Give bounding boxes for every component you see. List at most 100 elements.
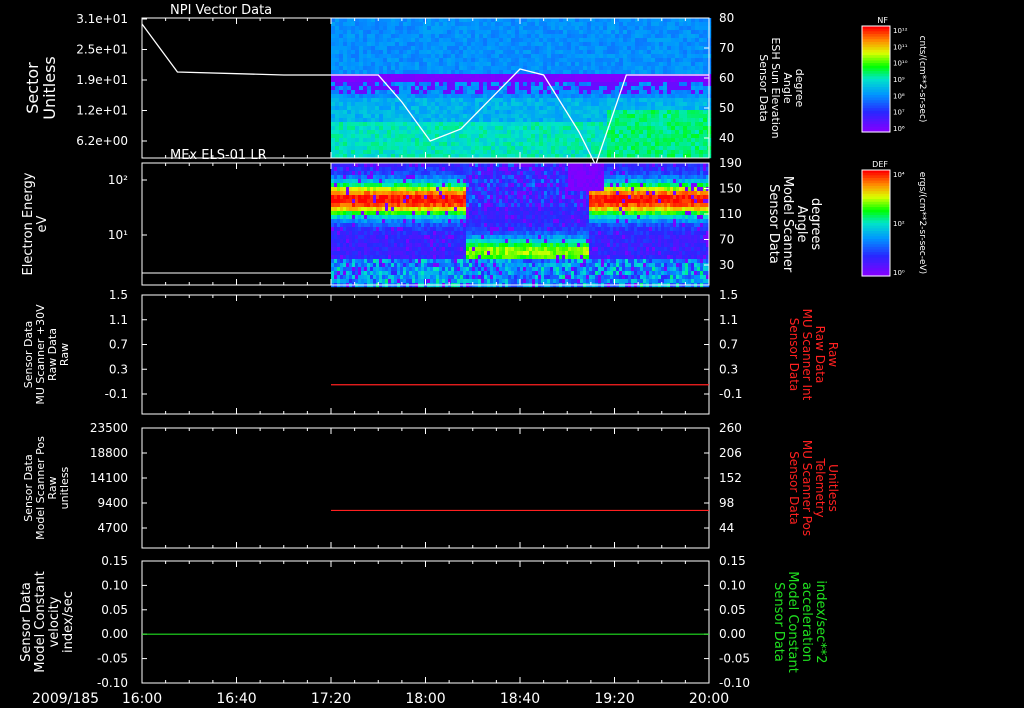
heatmap-cell xyxy=(503,114,508,119)
heatmap-cell xyxy=(457,179,461,184)
heatmap-cell xyxy=(481,199,485,204)
heatmap-cell xyxy=(334,211,338,216)
heatmap-cell xyxy=(635,138,640,143)
heatmap-cell xyxy=(481,279,485,284)
heatmap-cell xyxy=(543,26,548,31)
heatmap-cell xyxy=(439,142,444,147)
heatmap-cell xyxy=(499,58,504,63)
heatmap-cell xyxy=(439,207,443,212)
heatmap-cell xyxy=(436,183,440,188)
heatmap-cell xyxy=(547,54,552,59)
heatmap-cell xyxy=(387,138,392,143)
heatmap-cell xyxy=(445,243,449,248)
heatmap-cell xyxy=(563,118,568,123)
heatmap-cell xyxy=(412,259,416,264)
heatmap-cell xyxy=(383,126,388,131)
heatmap-cell xyxy=(567,66,572,71)
heatmap-cell xyxy=(331,130,336,135)
heatmap-cell xyxy=(387,102,392,107)
heatmap-cell xyxy=(406,199,410,204)
heatmap-cell xyxy=(559,54,564,59)
heatmap-cell xyxy=(376,247,380,252)
right-tick-label: 60 xyxy=(719,71,734,85)
heatmap-cell xyxy=(367,114,372,119)
heatmap-cell xyxy=(371,138,376,143)
heatmap-cell xyxy=(475,42,480,47)
heatmap-cell xyxy=(455,58,460,63)
heatmap-cell xyxy=(352,223,356,228)
heatmap-cell xyxy=(599,106,604,111)
heatmap-cell xyxy=(375,94,380,99)
heatmap-cell xyxy=(359,130,364,135)
heatmap-cell xyxy=(331,122,336,127)
heatmap-cell xyxy=(337,183,341,188)
heatmap-cell xyxy=(463,179,467,184)
heatmap-cell xyxy=(409,223,413,228)
heatmap-cell xyxy=(659,18,664,23)
heatmap-cell xyxy=(663,46,668,51)
heatmap-cell xyxy=(436,267,440,272)
heatmap-cell xyxy=(519,26,524,31)
heatmap-cell xyxy=(691,118,696,123)
heatmap-cell xyxy=(334,235,338,240)
heatmap-cell xyxy=(361,175,365,180)
heatmap-cell xyxy=(539,54,544,59)
heatmap-cell xyxy=(371,86,376,91)
heatmap-cell xyxy=(491,66,496,71)
heatmap-cell xyxy=(471,26,476,31)
heatmap-cell xyxy=(367,130,372,135)
heatmap-cell xyxy=(571,114,576,119)
heatmap-cell xyxy=(579,54,584,59)
heatmap-cell xyxy=(671,22,676,27)
heatmap-cell xyxy=(607,110,612,115)
heatmap-cell xyxy=(415,255,419,260)
heatmap-cell xyxy=(627,90,632,95)
heatmap-cell xyxy=(351,54,356,59)
heatmap-cell xyxy=(551,118,556,123)
heatmap-cell xyxy=(448,227,452,232)
heatmap-cell xyxy=(647,18,652,23)
heatmap-cell xyxy=(663,78,668,83)
heatmap-cell xyxy=(375,50,380,55)
heatmap-cell xyxy=(531,142,536,147)
heatmap-cell xyxy=(695,66,700,71)
heatmap-cell xyxy=(691,70,696,75)
heatmap-cell xyxy=(543,146,548,151)
heatmap-cell xyxy=(567,22,572,27)
heatmap-cell xyxy=(430,223,434,228)
heatmap-cell xyxy=(445,255,449,260)
heatmap-cell xyxy=(527,54,532,59)
heatmap-cell xyxy=(469,175,473,180)
heatmap-cell xyxy=(595,86,600,91)
heatmap-cell xyxy=(419,118,424,123)
heatmap-cell xyxy=(687,86,692,91)
heatmap-cell xyxy=(379,34,384,39)
heatmap-cell xyxy=(427,203,431,208)
heatmap-cell xyxy=(415,74,420,79)
heatmap-cell xyxy=(454,199,458,204)
heatmap-cell xyxy=(563,50,568,55)
heatmap-cell xyxy=(399,78,404,83)
heatmap-cell xyxy=(481,187,485,192)
heatmap-cell xyxy=(627,102,632,107)
heatmap-cell xyxy=(466,191,470,196)
heatmap-cell xyxy=(373,203,377,208)
heatmap-cell xyxy=(359,26,364,31)
heatmap-cell xyxy=(418,187,422,192)
heatmap-cell xyxy=(643,122,648,127)
heatmap-cell xyxy=(499,26,504,31)
heatmap-cell xyxy=(472,167,476,172)
heatmap-cell xyxy=(551,134,556,139)
heatmap-cell xyxy=(679,78,684,83)
heatmap-cell xyxy=(469,247,473,252)
heatmap-cell xyxy=(418,215,422,220)
heatmap-cell xyxy=(663,114,668,119)
heatmap-cell xyxy=(375,110,380,115)
heatmap-cell xyxy=(639,86,644,91)
heatmap-cell xyxy=(655,98,660,103)
heatmap-cell xyxy=(491,106,496,111)
heatmap-cell xyxy=(651,34,656,39)
heatmap-cell xyxy=(603,26,608,31)
heatmap-cell xyxy=(515,146,520,151)
heatmap-cell xyxy=(655,142,660,147)
